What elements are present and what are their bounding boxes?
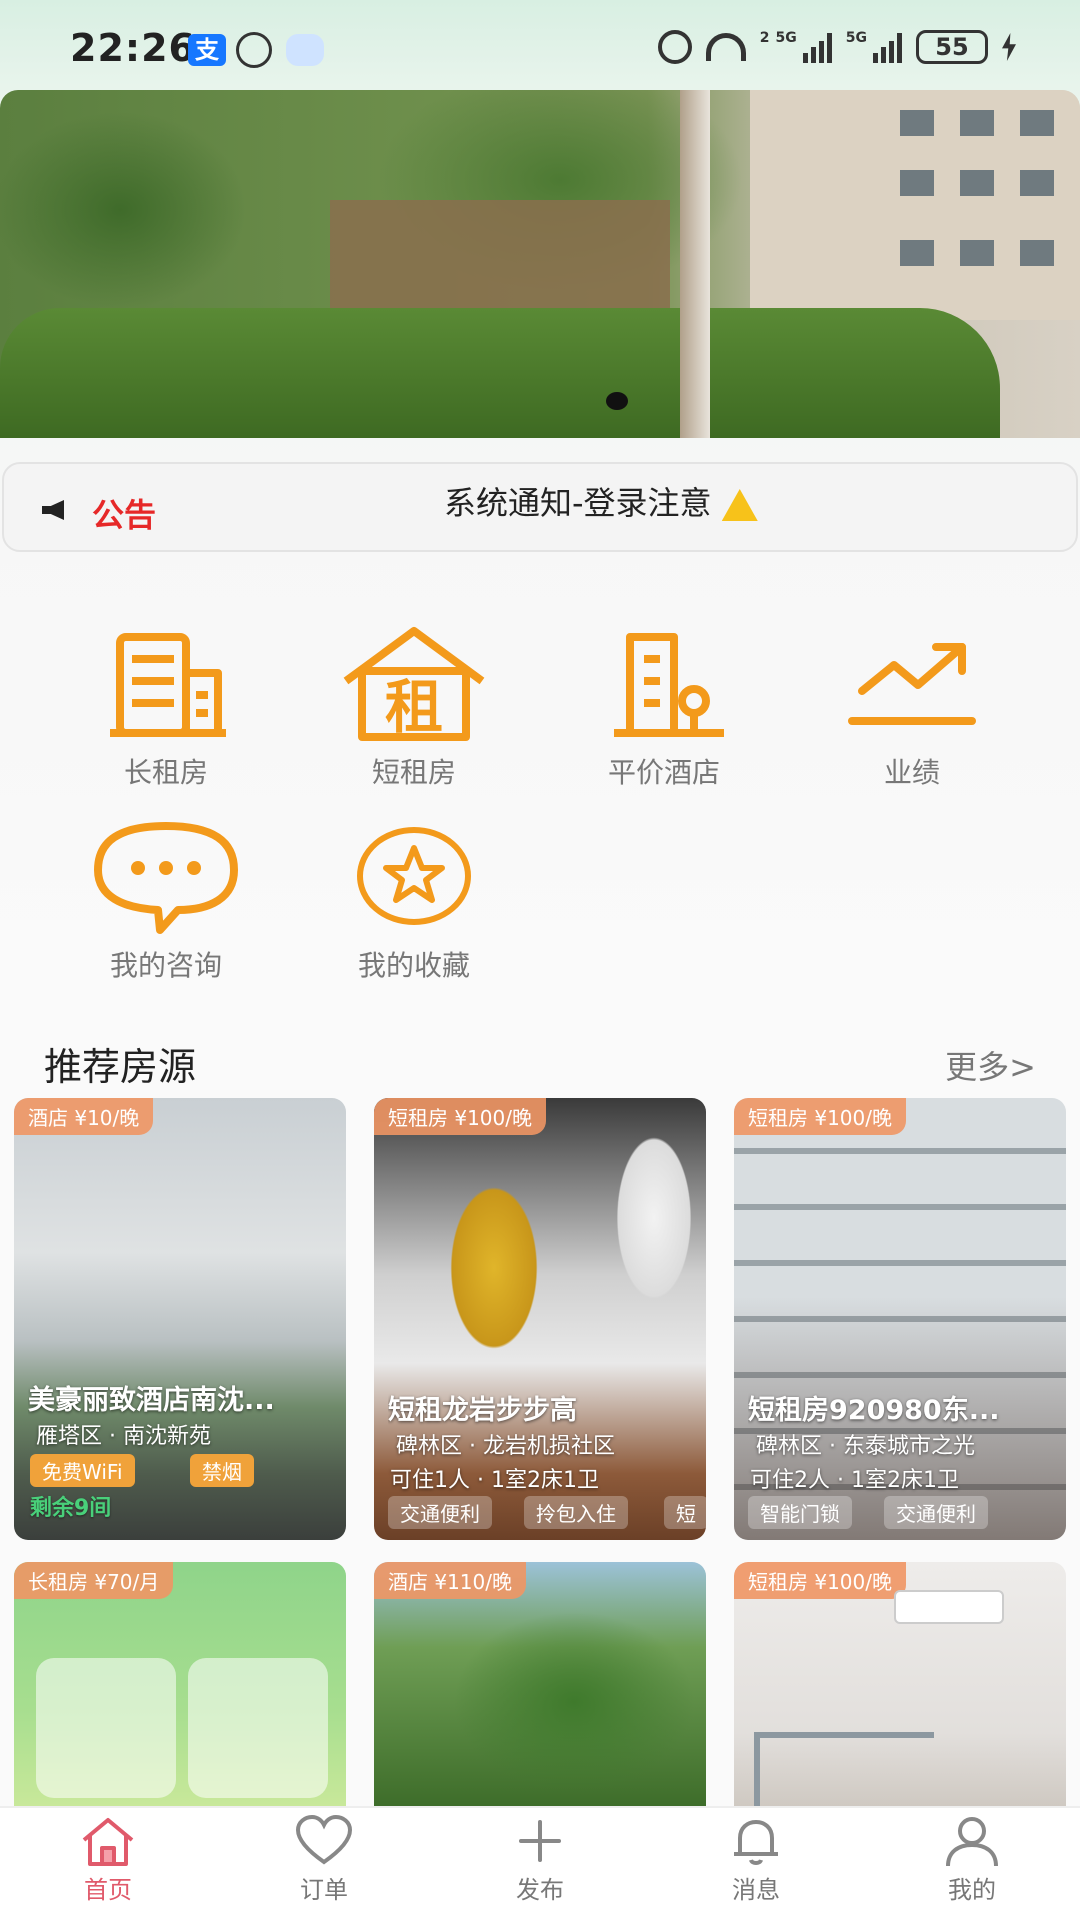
menu-performance[interactable]: 业绩 [812,625,1012,791]
card-tag: 长租房 ¥70/月 [14,1562,174,1599]
app-folder-image [188,1658,328,1798]
menu-label: 长租房 [123,756,208,789]
trend-icon [832,625,992,745]
plus-icon [519,1820,561,1862]
signal-icon [802,31,832,63]
status-icons: 2 5G 5G 55 [657,30,1016,64]
bottom-nav: 首页 订单 发布 消息 我的 [0,1806,1080,1920]
menu-label: 业绩 [883,756,940,789]
notice-label: 公告 [92,496,157,534]
home-icon [82,1818,134,1866]
notice-text[interactable]: 系统通知-登录注意 [444,478,758,524]
card-title: 短租房920980东... [748,1395,1000,1426]
hotspot-icon [705,33,746,61]
card-tag: 短租房 ¥100/晚 [734,1562,906,1599]
menu-my-favorites[interactable]: 我的收藏 [314,818,514,984]
status-bar: 22:26 支 2 5G 5G 55 [0,0,1080,100]
chat-bubble-icon [86,818,246,938]
card-pill: 短 [664,1496,706,1529]
building-icon [86,625,246,745]
listing-card[interactable]: 酒店 ¥110/晚 [374,1562,706,1806]
banner-image[interactable] [0,90,1080,438]
card-district: 碑林区 · 龙岩机损社区 [396,1434,615,1459]
app-folder-image [36,1658,176,1798]
menu-budget-hotel[interactable]: 平价酒店 [564,625,764,791]
charging-icon [1002,33,1016,61]
nav-messages[interactable]: 消息 [686,1814,826,1905]
card-capacity: 可住2人 · 1室2床1卫 [750,1468,959,1493]
hedge-photo-part [0,308,1000,438]
alipay-icon: 支 [188,34,226,66]
rent-house-icon: 租 [334,625,494,745]
card-district: 碑林区 · 东泰城市之光 [756,1434,975,1459]
card-capacity: 可住1人 · 1室2床1卫 [390,1468,599,1493]
card-pill: 交通便利 [388,1496,492,1529]
nav-label: 首页 [84,1876,132,1904]
carousel-indicator [606,392,628,410]
signal-icon [873,31,902,63]
shelf-image [754,1732,934,1806]
nav-label: 订单 [300,1876,348,1904]
card-pill: 免费WiFi [30,1454,135,1487]
card-pill: 拎包入住 [524,1496,628,1529]
menu-label: 平价酒店 [607,756,720,789]
nav-home[interactable]: 首页 [38,1814,178,1905]
person-icon [946,1817,998,1867]
tree-trunk-photo-part [680,90,710,438]
hand-icon [236,32,272,68]
nav-label: 发布 [516,1876,564,1904]
heart-icon [295,1814,353,1865]
notice-message: 系统通知-登录注意 [444,484,712,522]
battery-icon: 55 [916,30,988,64]
warning-icon [721,489,758,521]
speaker-icon [42,496,72,522]
card-pill: 禁烟 [190,1454,254,1487]
hotel-icon [584,625,744,745]
building-photo-part [750,90,1080,320]
network-label: 5G [775,30,797,46]
card-tag: 短租房 ¥100/晚 [374,1098,546,1135]
menu-label: 短租房 [371,756,456,789]
menu-long-rent[interactable]: 长租房 [66,625,266,791]
card-pill: 交通便利 [884,1496,988,1529]
more-link[interactable]: 更多> [945,1042,1036,1088]
menu-short-rent[interactable]: 租 短租房 [314,625,514,791]
card-district: 雁塔区 · 南沈新苑 [36,1424,211,1449]
bell-icon [734,1820,778,1865]
robot-icon [286,34,324,66]
alarm-icon [657,30,692,64]
network-label: 2 [759,30,770,46]
status-time: 22:26 [70,26,196,70]
menu-label: 我的咨询 [109,949,222,982]
listing-card[interactable]: 酒店 ¥10/晚 美豪丽致酒店南沈... 雁塔区 · 南沈新苑 免费WiFi 禁… [14,1098,346,1540]
listing-card[interactable]: 短租房 ¥100/晚 [734,1562,1066,1806]
nav-profile[interactable]: 我的 [902,1814,1042,1905]
listing-card[interactable]: 短租房 ¥100/晚 短租房920980东... 碑林区 · 东泰城市之光 可住… [734,1098,1066,1540]
nav-publish[interactable]: 发布 [470,1814,610,1905]
network-label: 5G [845,30,867,46]
listing-card[interactable]: 长租房 ¥70/月 [14,1562,346,1806]
listing-card[interactable]: 短租房 ¥100/晚 短租龙岩步步高 碑林区 · 龙岩机损社区 可住1人 · 1… [374,1098,706,1540]
section-title: 推荐房源 [44,1045,197,1089]
card-tag: 酒店 ¥110/晚 [374,1562,526,1599]
star-icon [334,818,494,938]
card-title: 短租龙岩步步高 [388,1395,577,1426]
nav-label: 我的 [948,1876,996,1904]
card-remain: 剩余9间 [30,1496,112,1521]
card-title: 美豪丽致酒店南沈... [28,1385,275,1416]
menu-label: 我的收藏 [357,949,470,982]
air-conditioner-image [894,1590,1004,1624]
menu-my-consult[interactable]: 我的咨询 [66,818,266,984]
rent-glyph: 租 [385,673,443,741]
card-tag: 短租房 ¥100/晚 [734,1098,906,1135]
card-tag: 酒店 ¥10/晚 [14,1098,154,1135]
nav-orders[interactable]: 订单 [254,1814,394,1905]
card-pill: 智能门锁 [748,1496,852,1529]
notice-bar[interactable]: 公告 系统通知-登录注意 [2,462,1078,552]
nav-label: 消息 [732,1876,780,1904]
